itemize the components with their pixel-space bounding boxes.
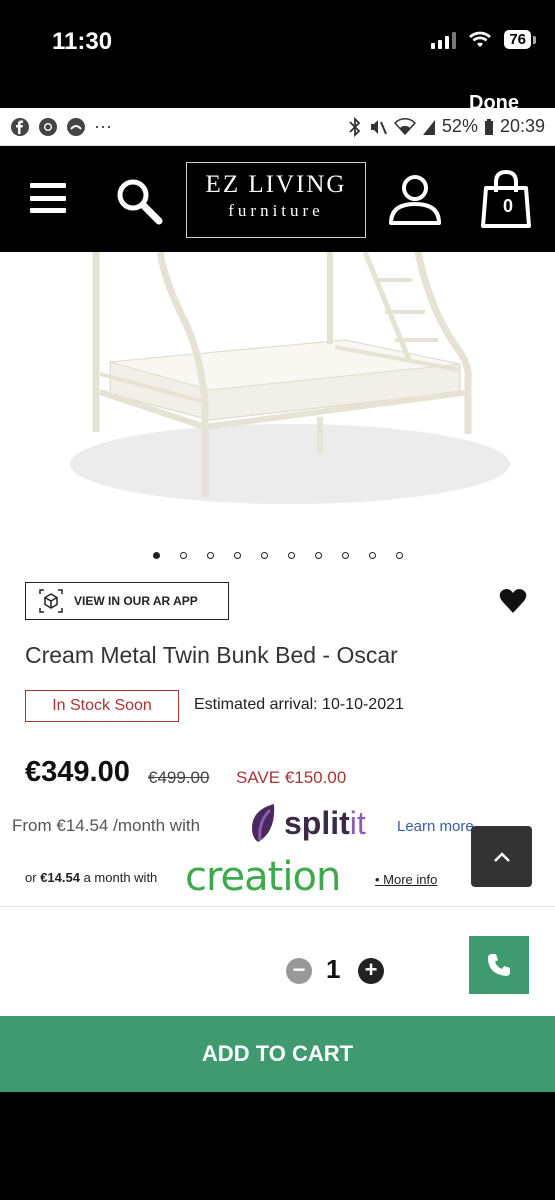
carousel-dot[interactable]	[368, 552, 376, 559]
android-battery-percent: 52%	[441, 116, 478, 136]
call-button[interactable]	[469, 936, 529, 994]
android-signal-icon	[422, 119, 435, 135]
account-icon[interactable]	[387, 174, 443, 226]
battery-icon: 76	[504, 30, 536, 49]
product-image[interactable]	[0, 252, 555, 538]
android-battery-icon	[484, 118, 493, 135]
creation-financing: or €14.54 a month with creation • More i…	[25, 854, 465, 900]
ios-status-icons: 76	[431, 30, 536, 49]
divider	[0, 906, 555, 907]
image-carousel-dots	[0, 552, 555, 559]
stock-status-badge: In Stock Soon	[25, 690, 179, 722]
carousel-dot[interactable]	[260, 552, 268, 559]
current-price: €349.00	[25, 756, 130, 788]
savings-label: SAVE €150.00	[236, 768, 347, 787]
search-icon[interactable]	[114, 176, 164, 226]
app-notification-icon	[67, 117, 85, 136]
carousel-dot[interactable]	[395, 552, 403, 559]
creation-text: or €14.54 a month with	[25, 870, 158, 885]
creation-logo: creation	[185, 854, 341, 900]
scroll-to-top-button[interactable]	[471, 826, 532, 887]
done-button[interactable]: Done	[469, 92, 519, 115]
ez-living-logo[interactable]: EZ LIVING furniture	[186, 162, 366, 238]
splitit-leaf-icon	[252, 804, 275, 842]
original-price: €499.00	[148, 768, 210, 787]
cart-count: 0	[502, 196, 513, 216]
mute-icon	[370, 119, 387, 134]
ar-button-label: VIEW IN OUR AR APP	[74, 594, 198, 608]
site-header: EZ LIVING furniture 0	[0, 146, 555, 252]
quantity-increase-button[interactable]: +	[358, 958, 384, 984]
quantity-value[interactable]: 1	[326, 954, 340, 985]
product-title: Cream Metal Twin Bunk Bed - Oscar	[25, 642, 398, 668]
ar-cube-icon	[39, 589, 63, 613]
carousel-dot[interactable]	[206, 552, 214, 559]
chrome-icon	[39, 117, 57, 136]
splitit-learn-more-link[interactable]: Learn more	[397, 818, 474, 835]
wifi-icon	[469, 31, 492, 47]
cellular-signal-icon	[431, 31, 457, 49]
carousel-dot[interactable]	[233, 552, 241, 559]
facebook-icon	[11, 117, 29, 136]
more-notifications-indicator: ···	[94, 116, 112, 136]
ios-status-bar: 11:30 76	[0, 0, 555, 90]
carousel-dot[interactable]	[314, 552, 322, 559]
android-wifi-icon	[393, 117, 416, 135]
carousel-dot[interactable]	[179, 552, 187, 559]
browser-screen: ··· 52% 20:39 EZ LIVING furniture 0 VIEW…	[0, 108, 555, 1092]
carousel-dot[interactable]	[152, 552, 160, 559]
quantity-decrease-button[interactable]: −	[286, 958, 312, 984]
phone-icon	[488, 954, 510, 976]
bluetooth-icon	[349, 116, 361, 137]
logo-line-1: EZ LIVING	[205, 171, 347, 198]
wishlist-heart-icon[interactable]	[499, 588, 527, 614]
android-time: 20:39	[499, 116, 545, 136]
splitit-logo: splitit	[248, 802, 366, 844]
splitit-financing: From €14.54 /month with splitit Learn mo…	[12, 802, 492, 850]
add-to-cart-button[interactable]: ADD TO CART	[0, 1016, 555, 1092]
logo-line-2: furniture	[228, 201, 324, 220]
carousel-dot[interactable]	[341, 552, 349, 559]
chevron-up-icon	[493, 851, 510, 862]
carousel-dot[interactable]	[287, 552, 295, 559]
menu-icon[interactable]	[30, 183, 66, 213]
ios-time: 11:30	[52, 28, 113, 55]
view-in-ar-app-button[interactable]: VIEW IN OUR AR APP	[25, 582, 229, 620]
splitit-brand: splitit	[284, 804, 366, 841]
creation-more-info-link[interactable]: • More info	[375, 872, 437, 887]
splitit-text: From €14.54 /month with	[12, 816, 201, 835]
estimated-arrival: Estimated arrival: 10-10-2021	[194, 696, 404, 713]
